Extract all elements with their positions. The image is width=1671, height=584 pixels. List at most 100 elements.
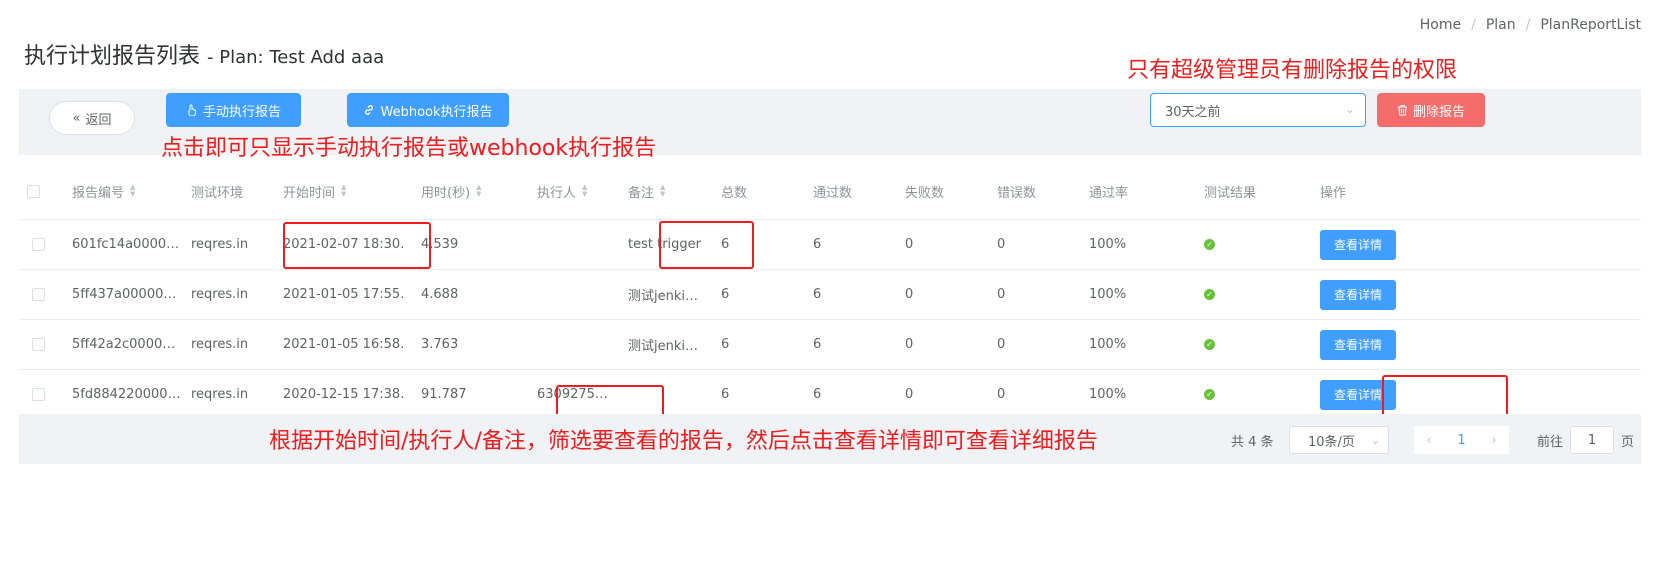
failed-count: 0 <box>905 337 914 352</box>
total-count: 6 <box>721 387 730 402</box>
row-checkbox[interactable] <box>32 388 45 401</box>
select-all-checkbox-cell <box>27 163 40 219</box>
delete-report-button[interactable]: 删除报告 <box>1377 93 1485 127</box>
view-detail-button[interactable]: 查看详情 <box>1320 329 1396 360</box>
failed-count: 0 <box>905 387 914 402</box>
date-range-select-value: 30天之前 <box>1165 104 1221 120</box>
duration: 3.763 <box>421 337 459 352</box>
error-count: 0 <box>997 337 1006 352</box>
environment: reqres.in <box>191 237 249 252</box>
prev-page-button[interactable]: ‹ <box>1414 426 1444 454</box>
hand-pointer-icon <box>188 104 196 116</box>
back-button[interactable]: « 返回 <box>49 101 135 135</box>
report-id: 5fd884220000… <box>72 387 181 402</box>
breadcrumb-plan[interactable]: Plan <box>1486 17 1516 33</box>
column-header-start-time[interactable]: 开始时间 ▲ ▼ <box>283 163 346 219</box>
view-detail-button[interactable]: 查看详情 <box>1320 229 1396 260</box>
error-count: 0 <box>997 387 1006 402</box>
annotation-filter-tip: 点击即可只显示手动执行报告或webhook执行报告 <box>161 136 657 161</box>
passed-count: 6 <box>813 287 822 302</box>
trash-icon <box>1397 104 1407 116</box>
total-count: 6 <box>721 337 730 352</box>
row-checkbox[interactable] <box>32 338 45 351</box>
delete-report-label: 删除报告 <box>1412 104 1465 120</box>
check-circle-icon: ✓ <box>1204 239 1215 250</box>
passed-count: 6 <box>813 237 822 252</box>
page-number-current[interactable]: 1 <box>1444 426 1479 454</box>
pagination-bar: 根据开始时间/执行人/备注，筛选要查看的报告，然后点击查看详情即可查看详细报告 … <box>19 414 1641 464</box>
start-time: 2021-01-05 17:55… <box>283 287 405 302</box>
breadcrumb-current: PlanReportList <box>1540 17 1641 33</box>
highlight-note <box>659 221 754 269</box>
page-title-main: 执行计划报告列表 <box>24 44 201 69</box>
pass-rate: 100% <box>1089 387 1127 402</box>
page-unit-label: 页 <box>1621 434 1635 450</box>
note: 测试jenki… <box>628 339 698 354</box>
executor <box>537 220 617 269</box>
page-size-select[interactable]: 10条/页 ⌄ <box>1289 426 1389 454</box>
report-id: 5ff42a2c0000… <box>72 337 176 352</box>
annotation-usage-tip: 根据开始时间/执行人/备注，筛选要查看的报告，然后点击查看详情即可查看详细报告 <box>269 429 1098 454</box>
goto-page-input[interactable]: 1 <box>1570 426 1614 454</box>
column-header-duration[interactable]: 用时(秒) ▲ ▼ <box>421 163 482 219</box>
report-id: 601fc14a0000… <box>72 237 180 252</box>
column-header-environment: 测试环境 <box>191 185 244 201</box>
manual-report-filter-label: 手动执行报告 <box>202 104 281 120</box>
sort-icon[interactable]: ▲ ▼ <box>582 184 587 198</box>
note: 测试jenki… <box>628 289 698 304</box>
select-all-checkbox[interactable] <box>27 184 40 198</box>
table-row: 5ff437a00000… reqres.in 2021-01-05 17:55… <box>19 270 1641 320</box>
column-header-pass-rate: 通过率 <box>1089 185 1129 201</box>
webhook-report-filter-button[interactable]: Webhook执行报告 <box>347 93 509 127</box>
column-header-total: 总数 <box>721 185 748 201</box>
pass-rate: 100% <box>1089 287 1127 302</box>
goto-label: 前往 <box>1537 434 1564 450</box>
manual-report-filter-button[interactable]: 手动执行报告 <box>166 93 301 127</box>
start-time: 2020-12-15 17:38… <box>283 387 405 402</box>
breadcrumb-separator: / <box>1525 17 1531 33</box>
webhook-report-filter-label: Webhook执行报告 <box>380 104 493 120</box>
failed-count: 0 <box>905 237 914 252</box>
column-header-errors: 错误数 <box>997 185 1037 201</box>
highlight-start-time <box>283 222 431 269</box>
sort-icon[interactable]: ▲ ▼ <box>660 184 665 198</box>
environment: reqres.in <box>191 337 249 352</box>
row-checkbox[interactable] <box>32 238 45 251</box>
link-icon <box>365 105 374 115</box>
chevron-down-icon: ⌄ <box>1344 102 1355 116</box>
breadcrumb: Home / Plan / PlanReportList <box>1420 17 1641 33</box>
passed-count: 6 <box>813 387 822 402</box>
error-count: 0 <box>997 287 1006 302</box>
next-page-button[interactable]: › <box>1479 426 1509 454</box>
executor <box>537 320 617 369</box>
sort-icon[interactable]: ▲ ▼ <box>130 184 135 198</box>
chevron-left-icon: ‹ <box>1426 432 1432 448</box>
passed-count: 6 <box>813 337 822 352</box>
sort-icon[interactable]: ▲ ▼ <box>341 184 346 198</box>
error-count: 0 <box>997 237 1006 252</box>
row-checkbox[interactable] <box>32 288 45 301</box>
table-row: 601fc14a0000… reqres.in 2021-02-07 18:30… <box>19 220 1641 270</box>
column-header-test-result: 测试结果 <box>1204 185 1257 201</box>
report-id: 5ff437a00000… <box>72 287 177 302</box>
check-circle-icon: ✓ <box>1204 389 1215 400</box>
chevron-down-icon: ⌄ <box>1370 433 1380 447</box>
page-size-value: 10条/页 <box>1308 434 1355 450</box>
check-circle-icon: ✓ <box>1204 339 1215 350</box>
column-header-actions: 操作 <box>1320 185 1347 201</box>
table-row: 5ff42a2c0000… reqres.in 2021-01-05 16:58… <box>19 320 1641 370</box>
start-time: 2021-01-05 16:58… <box>283 337 405 352</box>
column-header-note[interactable]: 备注 ▲ ▼ <box>628 163 665 219</box>
column-header-executor[interactable]: 执行人 ▲ ▼ <box>537 163 587 219</box>
breadcrumb-home[interactable]: Home <box>1420 17 1461 33</box>
date-range-select[interactable]: 30天之前 ⌄ <box>1150 93 1366 127</box>
view-detail-button[interactable]: 查看详情 <box>1320 279 1396 310</box>
annotation-delete-permission: 只有超级管理员有删除报告的权限 <box>1127 58 1458 83</box>
sort-icon[interactable]: ▲ ▼ <box>476 184 481 198</box>
table-header-row: 报告编号 ▲ ▼ 测试环境 开始时间 ▲ ▼ 用时(秒) ▲ ▼ 执行人 ▲ ▼ 备注 ▲ ▼ 总数… <box>19 163 1641 220</box>
column-header-failed: 失败数 <box>905 185 945 201</box>
chevron-right-icon: › <box>1491 432 1497 448</box>
pass-rate: 100% <box>1089 337 1127 352</box>
column-header-report-id[interactable]: 报告编号 ▲ ▼ <box>72 163 135 219</box>
back-button-label: 返回 <box>85 112 112 128</box>
